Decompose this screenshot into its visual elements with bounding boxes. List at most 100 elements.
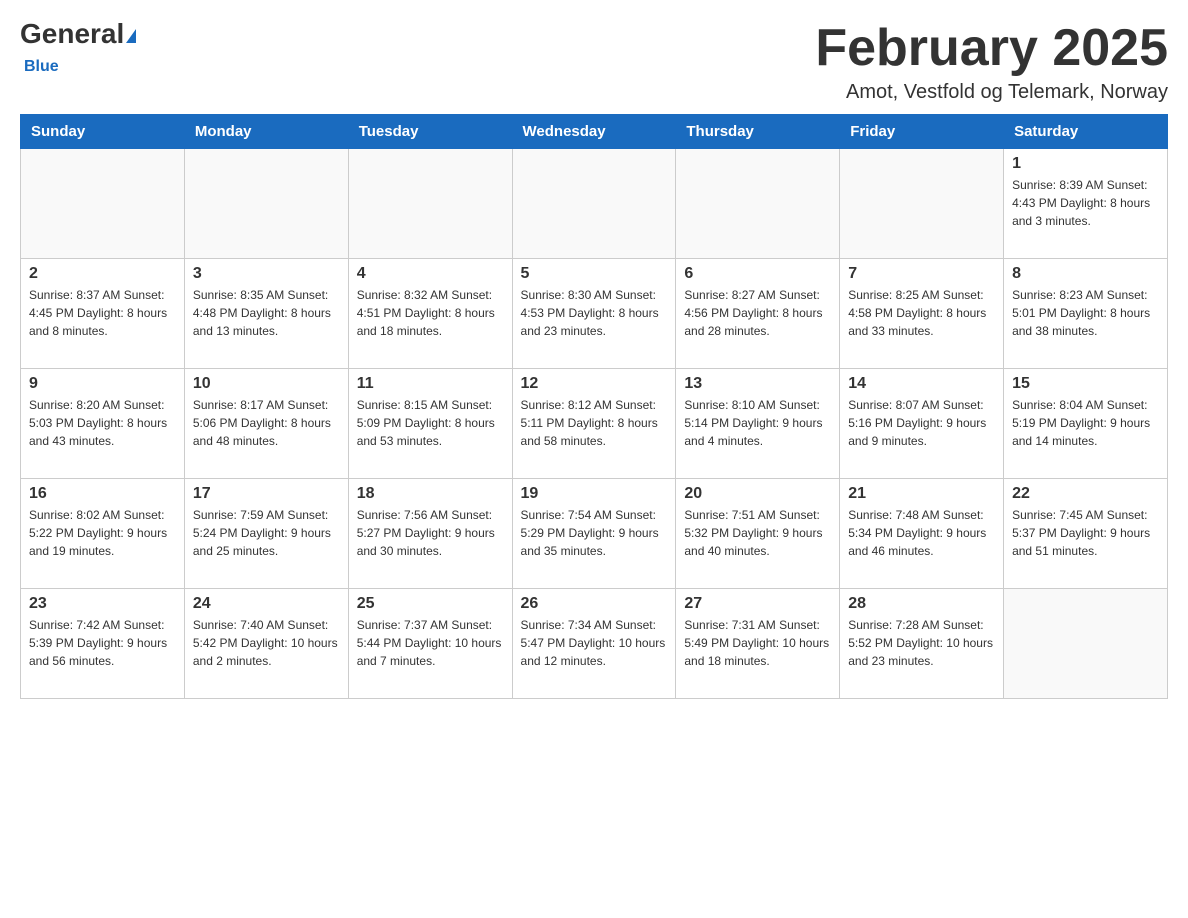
day-number: 28 xyxy=(848,595,995,613)
calendar-cell xyxy=(512,149,676,259)
calendar-cell: 11 Sunrise: 8:15 AM Sunset: 5:09 PM Dayli… xyxy=(348,369,512,479)
day-info: Sunrise: 8:20 AM Sunset: 5:03 PM Dayligh… xyxy=(29,396,176,450)
day-info: Sunrise: 7:42 AM Sunset: 5:39 PM Dayligh… xyxy=(29,616,176,670)
calendar-week-3: 9 Sunrise: 8:20 AM Sunset: 5:03 PM Daylig… xyxy=(21,369,1168,479)
calendar-cell: 2Sunrise: 8:37 AM Sunset: 4:45 PM Daylig… xyxy=(21,259,185,369)
day-number: 22 xyxy=(1012,485,1159,503)
day-info: Sunrise: 8:30 AM Sunset: 4:53 PM Dayligh… xyxy=(521,286,668,340)
calendar-cell xyxy=(840,149,1004,259)
calendar-header-wednesday: Wednesday xyxy=(512,115,676,149)
day-number: 12 xyxy=(521,375,668,393)
day-info: Sunrise: 7:28 AM Sunset: 5:52 PM Dayligh… xyxy=(848,616,995,670)
day-info: Sunrise: 7:34 AM Sunset: 5:47 PM Dayligh… xyxy=(521,616,668,670)
day-number: 9 xyxy=(29,375,176,393)
calendar-header-thursday: Thursday xyxy=(676,115,840,149)
day-number: 7 xyxy=(848,265,995,283)
calendar-table: SundayMondayTuesdayWednesdayThursdayFrid… xyxy=(20,114,1168,699)
calendar-cell: 20 Sunrise: 7:51 AM Sunset: 5:32 PM Dayli… xyxy=(676,479,840,589)
calendar-header-friday: Friday xyxy=(840,115,1004,149)
day-info: Sunrise: 8:04 AM Sunset: 5:19 PM Dayligh… xyxy=(1012,396,1159,450)
calendar-cell: 5 Sunrise: 8:30 AM Sunset: 4:53 PM Daylig… xyxy=(512,259,676,369)
calendar-week-2: 2Sunrise: 8:37 AM Sunset: 4:45 PM Daylig… xyxy=(21,259,1168,369)
day-number: 15 xyxy=(1012,375,1159,393)
calendar-cell: 14 Sunrise: 8:07 AM Sunset: 5:16 PM Dayli… xyxy=(840,369,1004,479)
calendar-header-row: SundayMondayTuesdayWednesdayThursdayFrid… xyxy=(21,115,1168,149)
calendar-header-tuesday: Tuesday xyxy=(348,115,512,149)
day-info: Sunrise: 7:45 AM Sunset: 5:37 PM Dayligh… xyxy=(1012,506,1159,560)
day-number: 23 xyxy=(29,595,176,613)
day-info: Sunrise: 7:56 AM Sunset: 5:27 PM Dayligh… xyxy=(357,506,504,560)
calendar-cell: 25 Sunrise: 7:37 AM Sunset: 5:44 PM Dayli… xyxy=(348,589,512,699)
calendar-header-saturday: Saturday xyxy=(1004,115,1168,149)
calendar-title: February 2025 xyxy=(815,20,1168,77)
calendar-cell: 23 Sunrise: 7:42 AM Sunset: 5:39 PM Dayli… xyxy=(21,589,185,699)
logo-blue-text: Blue xyxy=(20,58,59,75)
day-number: 14 xyxy=(848,375,995,393)
day-info: Sunrise: 8:35 AM Sunset: 4:48 PM Dayligh… xyxy=(193,286,340,340)
calendar-cell: 24 Sunrise: 7:40 AM Sunset: 5:42 PM Dayli… xyxy=(184,589,348,699)
header: General Blue February 2025 Amot, Vestfol… xyxy=(20,20,1168,104)
day-number: 25 xyxy=(357,595,504,613)
day-info: Sunrise: 8:10 AM Sunset: 5:14 PM Dayligh… xyxy=(684,396,831,450)
day-number: 17 xyxy=(193,485,340,503)
day-number: 27 xyxy=(684,595,831,613)
day-info: Sunrise: 8:37 AM Sunset: 4:45 PM Dayligh… xyxy=(29,286,176,340)
calendar-cell: 9 Sunrise: 8:20 AM Sunset: 5:03 PM Daylig… xyxy=(21,369,185,479)
day-info: Sunrise: 7:48 AM Sunset: 5:34 PM Dayligh… xyxy=(848,506,995,560)
day-info: Sunrise: 7:37 AM Sunset: 5:44 PM Dayligh… xyxy=(357,616,504,670)
calendar-cell: 28 Sunrise: 7:28 AM Sunset: 5:52 PM Dayli… xyxy=(840,589,1004,699)
calendar-cell: 10 Sunrise: 8:17 AM Sunset: 5:06 PM Dayli… xyxy=(184,369,348,479)
day-info: Sunrise: 7:31 AM Sunset: 5:49 PM Dayligh… xyxy=(684,616,831,670)
calendar-cell: 27 Sunrise: 7:31 AM Sunset: 5:49 PM Dayli… xyxy=(676,589,840,699)
day-number: 8 xyxy=(1012,265,1159,283)
day-number: 20 xyxy=(684,485,831,503)
day-info: Sunrise: 8:12 AM Sunset: 5:11 PM Dayligh… xyxy=(521,396,668,450)
day-number: 16 xyxy=(29,485,176,503)
day-number: 3 xyxy=(193,265,340,283)
calendar-cell: 8 Sunrise: 8:23 AM Sunset: 5:01 PM Daylig… xyxy=(1004,259,1168,369)
calendar-cell: 12 Sunrise: 8:12 AM Sunset: 5:11 PM Dayli… xyxy=(512,369,676,479)
day-number: 26 xyxy=(521,595,668,613)
page: General Blue February 2025 Amot, Vestfol… xyxy=(20,20,1168,699)
day-info: Sunrise: 8:15 AM Sunset: 5:09 PM Dayligh… xyxy=(357,396,504,450)
calendar-subtitle: Amot, Vestfold og Telemark, Norway xyxy=(815,81,1168,104)
calendar-cell: 17 Sunrise: 7:59 AM Sunset: 5:24 PM Dayli… xyxy=(184,479,348,589)
calendar-cell: 26 Sunrise: 7:34 AM Sunset: 5:47 PM Dayli… xyxy=(512,589,676,699)
day-info: Sunrise: 8:39 AM Sunset: 4:43 PM Dayligh… xyxy=(1012,176,1159,230)
day-info: Sunrise: 8:25 AM Sunset: 4:58 PM Dayligh… xyxy=(848,286,995,340)
day-info: Sunrise: 7:40 AM Sunset: 5:42 PM Dayligh… xyxy=(193,616,340,670)
calendar-week-4: 16Sunrise: 8:02 AM Sunset: 5:22 PM Dayli… xyxy=(21,479,1168,589)
calendar-cell: 1 Sunrise: 8:39 AM Sunset: 4:43 PM Daylig… xyxy=(1004,149,1168,259)
calendar-cell xyxy=(21,149,185,259)
calendar-header-monday: Monday xyxy=(184,115,348,149)
calendar-week-5: 23 Sunrise: 7:42 AM Sunset: 5:39 PM Dayli… xyxy=(21,589,1168,699)
day-number: 19 xyxy=(521,485,668,503)
day-info: Sunrise: 8:27 AM Sunset: 4:56 PM Dayligh… xyxy=(684,286,831,340)
day-info: Sunrise: 8:07 AM Sunset: 5:16 PM Dayligh… xyxy=(848,396,995,450)
calendar-cell xyxy=(676,149,840,259)
day-info: Sunrise: 7:54 AM Sunset: 5:29 PM Dayligh… xyxy=(521,506,668,560)
day-number: 21 xyxy=(848,485,995,503)
day-info: Sunrise: 7:51 AM Sunset: 5:32 PM Dayligh… xyxy=(684,506,831,560)
day-number: 1 xyxy=(1012,155,1159,173)
logo-general-text: General xyxy=(20,18,124,49)
calendar-cell: 21 Sunrise: 7:48 AM Sunset: 5:34 PM Dayli… xyxy=(840,479,1004,589)
day-number: 5 xyxy=(521,265,668,283)
day-info: Sunrise: 7:59 AM Sunset: 5:24 PM Dayligh… xyxy=(193,506,340,560)
logo-triangle-icon xyxy=(126,29,136,43)
title-section: February 2025 Amot, Vestfold og Telemark… xyxy=(815,20,1168,104)
calendar-cell: 7 Sunrise: 8:25 AM Sunset: 4:58 PM Daylig… xyxy=(840,259,1004,369)
calendar-cell: 3 Sunrise: 8:35 AM Sunset: 4:48 PM Daylig… xyxy=(184,259,348,369)
calendar-header-sunday: Sunday xyxy=(21,115,185,149)
day-info: Sunrise: 8:17 AM Sunset: 5:06 PM Dayligh… xyxy=(193,396,340,450)
day-number: 11 xyxy=(357,375,504,393)
calendar-cell: 13Sunrise: 8:10 AM Sunset: 5:14 PM Dayli… xyxy=(676,369,840,479)
calendar-cell xyxy=(1004,589,1168,699)
calendar-cell: 22 Sunrise: 7:45 AM Sunset: 5:37 PM Dayli… xyxy=(1004,479,1168,589)
day-info: Sunrise: 8:23 AM Sunset: 5:01 PM Dayligh… xyxy=(1012,286,1159,340)
day-number: 10 xyxy=(193,375,340,393)
calendar-cell: 4Sunrise: 8:32 AM Sunset: 4:51 PM Daylig… xyxy=(348,259,512,369)
calendar-cell: 18Sunrise: 7:56 AM Sunset: 5:27 PM Dayli… xyxy=(348,479,512,589)
calendar-cell: 19 Sunrise: 7:54 AM Sunset: 5:29 PM Dayli… xyxy=(512,479,676,589)
day-number: 24 xyxy=(193,595,340,613)
